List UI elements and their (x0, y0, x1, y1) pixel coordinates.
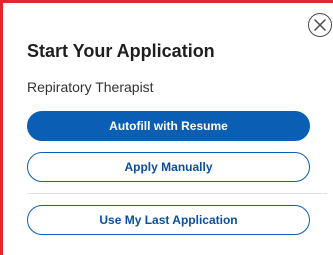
use-last-application-button[interactable]: Use My Last Application (27, 205, 310, 235)
close-icon (314, 19, 326, 31)
dialog-title: Start Your Application (27, 41, 215, 61)
highlight-border-top (0, 0, 333, 3)
apply-manually-button[interactable]: Apply Manually (27, 152, 310, 182)
divider (27, 193, 327, 194)
autofill-with-resume-button[interactable]: Autofill with Resume (27, 111, 310, 141)
job-title: Repiratory Therapist (27, 79, 154, 95)
highlight-border-left (0, 0, 3, 255)
apply-dialog: Start Your Application Repiratory Therap… (0, 0, 333, 255)
close-button[interactable] (308, 13, 332, 37)
